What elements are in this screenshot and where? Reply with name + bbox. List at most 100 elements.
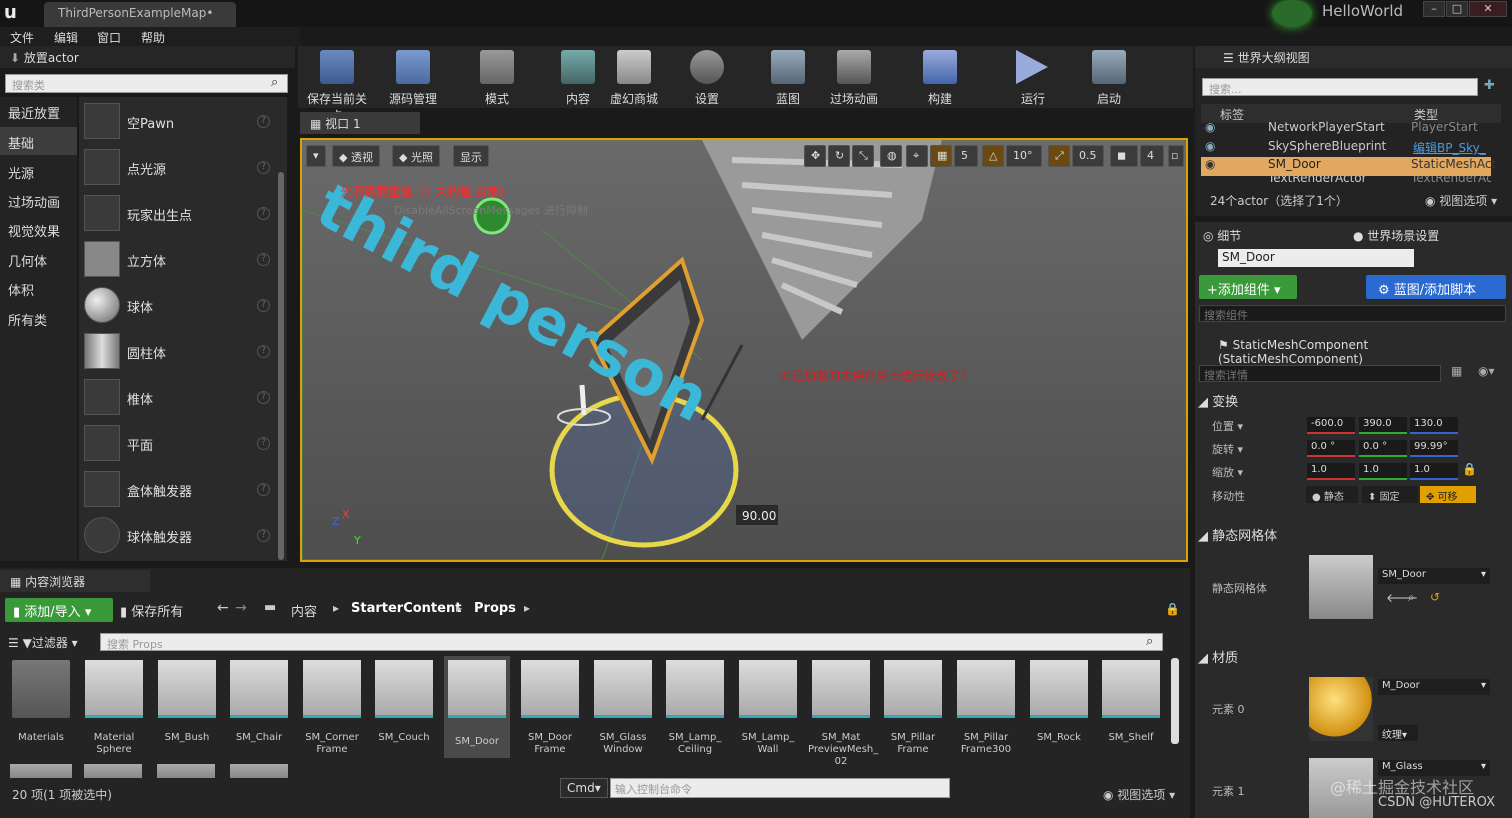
grid-snap-value[interactable]: 5 [954, 145, 978, 167]
location-label[interactable]: 位置 ▾ [1212, 418, 1243, 434]
level-tab[interactable]: ThirdPersonExampleMap• [44, 2, 236, 27]
cb-view-options[interactable]: ◉ 视图选项 ▾ [1103, 786, 1175, 803]
asset-tile[interactable]: SM_Chair [226, 660, 292, 760]
static-mesh-component-item[interactable]: ⚑ StaticMeshComponent (StaticMeshCompone… [1218, 338, 1512, 366]
eye-icon[interactable]: ◉ [1205, 139, 1215, 153]
add-icon[interactable]: ✚ [1484, 78, 1495, 93]
close-button[interactable]: ✕ [1469, 1, 1507, 17]
actor-item-cylinder[interactable]: 圆柱体? [79, 329, 279, 373]
camera-speed-value[interactable]: 4 [1140, 145, 1164, 167]
lock-icon[interactable]: 🔒 [1462, 462, 1477, 476]
help-icon[interactable]: ? [257, 207, 270, 220]
scrollbar[interactable] [1171, 658, 1179, 744]
help-icon[interactable]: ? [257, 253, 270, 266]
asset-tile-selected[interactable]: SM_Door [444, 656, 510, 758]
scale-x[interactable]: 1.0 [1307, 463, 1355, 480]
lock-icon[interactable]: 🔒 [1165, 602, 1180, 616]
search-details-input[interactable]: 搜索详情 [1199, 365, 1441, 382]
asset-tile[interactable]: SM_Shelf [1098, 660, 1164, 760]
static-mesh-section[interactable]: ◢ 静态网格体 [1198, 525, 1277, 544]
settings-button[interactable]: 设置 [672, 46, 742, 108]
details-tab[interactable]: ◎ 细节 [1203, 227, 1241, 244]
browse-icon[interactable]: ⌕ [1408, 590, 1415, 605]
launch-button[interactable]: 启动 [1074, 46, 1144, 108]
outliner-row[interactable]: ◉ NetworkPlayerStart PlayerStart [1201, 120, 1491, 139]
folder-icon[interactable]: ▬ [264, 600, 276, 615]
texture-button[interactable]: 纹理▾ [1378, 725, 1418, 741]
actor-item-sphere[interactable]: 球体? [79, 283, 279, 327]
rotation-snap-value[interactable]: 10° [1006, 145, 1042, 167]
eye-icon[interactable]: ◉ [1205, 157, 1215, 171]
actor-item-box-trigger[interactable]: 盒体触发器? [79, 467, 279, 511]
perspective-button[interactable]: ◆ 透视 [332, 145, 380, 167]
save-all-button[interactable]: ▮ 保存所有 [120, 601, 183, 620]
asset-tile[interactable]: SM_Lamp_ Ceiling [662, 660, 728, 760]
back-arrow-icon[interactable]: ← [217, 600, 229, 616]
static-mesh-thumbnail[interactable] [1309, 555, 1373, 619]
asset-tile[interactable]: Material Sphere [81, 660, 147, 760]
asset-tile[interactable]: Materials [8, 660, 74, 760]
filter-button[interactable]: ☰ ▼过滤器 ▾ [8, 634, 78, 651]
source-control-button[interactable]: 源码管理 [378, 46, 448, 108]
category-cinematic[interactable]: 过场动画 [0, 186, 77, 214]
help-icon[interactable]: ? [257, 483, 270, 496]
forward-arrow-icon[interactable]: → [235, 600, 247, 616]
cinematics-button[interactable]: 过场动画 [819, 46, 889, 108]
mobility-stationary[interactable]: ⬍ 固定 [1362, 486, 1418, 503]
scale-icon[interactable]: ⤡ [852, 145, 874, 167]
rotation-x[interactable]: 0.0 ° [1307, 440, 1355, 457]
location-x[interactable]: -600.0 [1307, 417, 1355, 434]
actor-item-sphere-trigger[interactable]: 球体触发器? [79, 513, 279, 557]
actor-item-point-light[interactable]: 点光源? [79, 145, 279, 189]
translate-icon[interactable]: ✥ [804, 145, 826, 167]
help-icon[interactable]: ? [257, 529, 270, 542]
help-icon[interactable]: ? [257, 345, 270, 358]
help-icon[interactable]: ? [257, 391, 270, 404]
scale-z[interactable]: 1.0 [1410, 463, 1458, 480]
rotate-icon[interactable]: ↻ [828, 145, 850, 167]
location-z[interactable]: 130.0 [1410, 417, 1458, 434]
help-icon[interactable]: ? [257, 437, 270, 450]
grid-view-icon[interactable]: ▦ [1451, 364, 1462, 378]
play-button[interactable]: 运行 [998, 46, 1068, 108]
breadcrumb-content[interactable]: 内容 [291, 601, 317, 620]
scale-snap-icon[interactable]: ⤢ [1048, 145, 1070, 167]
actor-item-cone[interactable]: 椎体? [79, 375, 279, 419]
reset-icon[interactable]: ↺ [1430, 590, 1440, 604]
mobility-static[interactable]: ● 静态 [1306, 486, 1358, 503]
add-import-button[interactable]: ▮ 添加/导入 ▾ [5, 598, 113, 622]
eye-icon[interactable]: ◉▾ [1478, 364, 1495, 378]
save-level-button[interactable]: 保存当前关卡 [302, 46, 372, 123]
asset-search-input[interactable]: 搜索 Props [100, 633, 1163, 651]
rotation-label[interactable]: 旋转 ▾ [1212, 441, 1243, 457]
menu-help[interactable]: 帮助 [141, 29, 165, 46]
actor-item-player-start[interactable]: 玩家出生点? [79, 191, 279, 235]
asset-tile[interactable]: SM_Door Frame [517, 660, 583, 760]
world-settings-tab[interactable]: ● 世界场景设置 [1353, 227, 1439, 244]
category-visual[interactable]: 视觉效果 [0, 215, 77, 243]
asset-tile[interactable]: SM_Mat PreviewMesh_ 02 [808, 660, 878, 767]
help-icon[interactable]: ? [257, 161, 270, 174]
lit-button[interactable]: ◆ 光照 [392, 145, 440, 167]
grid-snap-icon[interactable]: ▦ [930, 145, 952, 167]
scrollbar[interactable] [278, 172, 284, 560]
console-input[interactable]: 输入控制台命令 [610, 778, 950, 798]
cmd-dropdown[interactable]: Cmd▾ [560, 778, 608, 798]
place-search-input[interactable]: 搜索类 [5, 74, 288, 93]
breadcrumb-props[interactable]: Props [474, 601, 516, 616]
marketplace-button[interactable]: 虚幻商城 [599, 46, 669, 108]
asset-tile[interactable]: SM_Glass Window [590, 660, 656, 760]
rotation-z[interactable]: 99.99° [1410, 440, 1458, 457]
actor-item-plane[interactable]: 平面? [79, 421, 279, 465]
asset-tile[interactable]: SM_Lamp_ Wall [735, 660, 801, 760]
surface-snap-icon[interactable]: ⌖ [906, 145, 928, 167]
blueprint-add-script-button[interactable]: ⚙ 蓝图/添加脚本 [1366, 275, 1506, 299]
asset-tile[interactable]: SM_Couch [371, 660, 437, 760]
asset-tile[interactable]: SM_Pillar Frame300 [953, 660, 1019, 760]
blueprints-button[interactable]: 蓝图 [753, 46, 823, 108]
minimize-button[interactable]: – [1423, 1, 1445, 17]
transform-section[interactable]: ◢ 变换 [1198, 391, 1238, 410]
actor-name-field[interactable]: SM_Door [1218, 249, 1414, 267]
menu-window[interactable]: 窗口 [97, 29, 121, 46]
scale-label[interactable]: 缩放 ▾ [1212, 464, 1243, 480]
